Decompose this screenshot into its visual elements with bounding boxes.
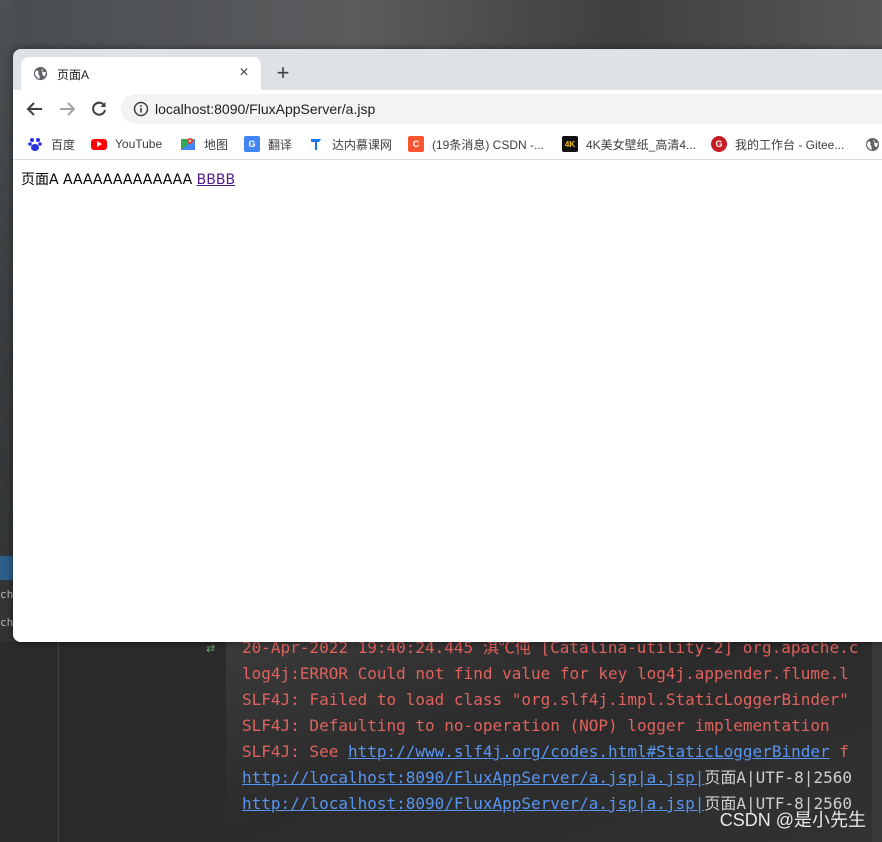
console-line: SLF4J: Failed to load class "org.slf4j.i…: [242, 690, 849, 709]
bookmark-maps[interactable]: 地图: [180, 136, 228, 152]
bookmark-youtube[interactable]: YouTube: [91, 136, 162, 152]
reload-icon: [92, 101, 106, 116]
bookmark-label: 翻译: [268, 137, 293, 152]
bookmark-tarena[interactable]: 达内慕课网: [308, 136, 392, 152]
bookmark-more[interactable]: [865, 136, 880, 152]
close-icon[interactable]: ×: [235, 64, 253, 82]
arrow-right-icon: [60, 102, 76, 116]
bookmark-label: 4K美女壁纸_高清4...: [586, 137, 697, 152]
page-body-text: 页面A AAAAAAAAAAAAA: [21, 172, 193, 188]
tab-page-a[interactable]: 页面A ×: [21, 57, 261, 90]
browser-window: 页面A × + localhost:8090/FluxAppServer/a.j…: [13, 49, 882, 642]
tab-title: 页面A: [57, 68, 90, 82]
console-link[interactable]: http://www.slf4j.org/codes.html#StaticLo…: [348, 742, 830, 761]
4k-icon: 4K: [562, 136, 578, 152]
arrow-left-icon: [26, 102, 42, 116]
ide-left-text: chr: [0, 588, 14, 601]
bookmark-label: (19条消息) CSDN -...: [432, 137, 545, 152]
csdn-icon: C: [408, 136, 424, 152]
ide-run-panel: [0, 642, 226, 842]
forward-button[interactable]: [53, 95, 81, 123]
console-scrollbar[interactable]: [872, 630, 882, 842]
browser-toolbar: localhost:8090/FluxAppServer/a.jsp: [13, 90, 882, 128]
page-content: 页面A AAAAAAAAAAAAA BBBB: [21, 169, 235, 189]
tab-strip: 页面A × +: [13, 49, 882, 90]
rerun-icon[interactable]: ⇄: [206, 642, 220, 656]
gitee-icon: G: [711, 136, 727, 152]
bookmark-label: 我的工作台 - Gitee...: [735, 137, 845, 152]
bookmark-baidu[interactable]: 百度: [27, 136, 75, 152]
info-icon[interactable]: [133, 101, 149, 117]
console-text: f: [829, 742, 849, 761]
bookmark-4k[interactable]: 4K 4K美女壁纸_高清4...: [562, 136, 696, 152]
watermark: CSDN @是小先生: [719, 810, 866, 830]
bookmark-label: YouTube: [115, 137, 163, 151]
console-text: 页面A|UTF-8|2560: [704, 768, 852, 787]
maps-icon: [180, 136, 196, 152]
back-button[interactable]: [21, 95, 49, 123]
bookmark-label: 达内慕课网: [332, 137, 393, 152]
reload-button[interactable]: [85, 95, 113, 123]
tarena-icon: [308, 136, 324, 152]
ide-left-text: chr: [0, 616, 14, 629]
bookmark-label: 地图: [204, 137, 229, 152]
translate-icon: G: [244, 136, 260, 152]
page-viewport: 页面A AAAAAAAAAAAAA BBBB: [13, 161, 882, 642]
address-bar[interactable]: localhost:8090/FluxAppServer/a.jsp: [121, 94, 882, 124]
bookmarks-bar: 百度 YouTube 地图 G 翻译 达内慕课网 C (19条消息) CSDN -.…: [13, 128, 882, 160]
console-link[interactable]: http://localhost:8090/FluxAppServer/a.js…: [242, 768, 704, 787]
console-line: log4j:ERROR Could not find value for key…: [242, 664, 849, 683]
page-link-bbbb[interactable]: BBBB: [197, 172, 235, 188]
bookmark-csdn[interactable]: C (19条消息) CSDN -...: [408, 136, 544, 152]
console-line: SLF4J: Defaulting to no-operation (NOP) …: [242, 716, 830, 735]
console-link[interactable]: http://localhost:8090/FluxAppServer/a.js…: [242, 794, 704, 813]
bookmark-label: 百度: [51, 137, 76, 152]
baidu-icon: [27, 136, 43, 152]
globe-icon: [33, 66, 48, 81]
bookmark-translate[interactable]: G 翻译: [244, 136, 292, 152]
console-text: SLF4J: See: [242, 742, 348, 761]
globe-icon: [865, 137, 880, 151]
console-line: http://localhost:8090/FluxAppServer/a.js…: [242, 768, 852, 788]
console-line: SLF4J: See http://www.slf4j.org/codes.ht…: [242, 742, 849, 762]
ide-divider: [58, 642, 59, 842]
new-tab-button[interactable]: +: [271, 61, 295, 85]
ide-selected-row: [0, 556, 14, 580]
bookmark-gitee[interactable]: G 我的工作台 - Gitee...: [711, 136, 844, 152]
url-text[interactable]: localhost:8090/FluxAppServer/a.jsp: [155, 101, 375, 117]
youtube-icon: [91, 138, 107, 150]
